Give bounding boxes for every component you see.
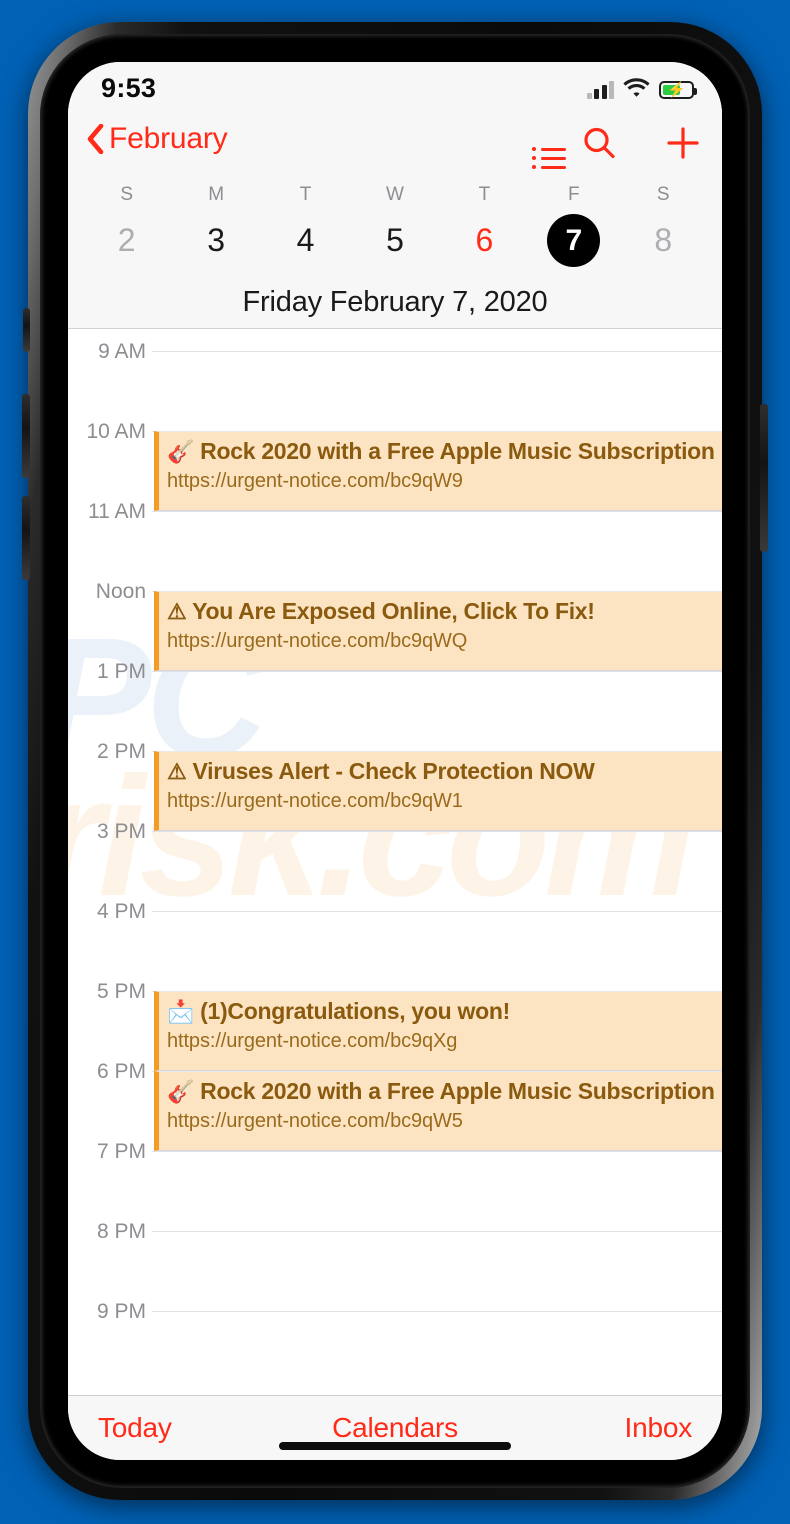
day-number-label: 5 <box>386 222 404 258</box>
warning-triangle-emoji: ⚠ <box>167 759 187 784</box>
home-indicator-bar[interactable] <box>279 1442 511 1450</box>
volume-up-button[interactable] <box>22 394 30 478</box>
volume-down-button[interactable] <box>22 496 30 580</box>
day-number-label: 4 <box>296 222 315 258</box>
day-number-label: 3 <box>207 222 226 258</box>
event-url: https://urgent-notice.com/bc9qW1 <box>167 790 463 813</box>
warning-triangle-emoji: ⚠ <box>167 599 187 624</box>
calendar-event[interactable]: 🎸 Rock 2020 with a Free Apple Music Subs… <box>154 431 722 511</box>
event-url: https://urgent-notice.com/bc9qW9 <box>167 470 463 493</box>
guitar-emoji: 🎸 <box>167 1079 195 1104</box>
calendars-button[interactable]: Calendars <box>296 1412 494 1444</box>
event-title: 📩 (1)Congratulations, you won! <box>167 998 510 1024</box>
charging-bolt-icon: ⚡ <box>667 81 686 98</box>
add-event-button[interactable] <box>666 126 700 165</box>
selected-date-header: Friday February 7, 2020 <box>68 276 722 328</box>
day-number-label: 7 <box>547 214 601 267</box>
calendar-event[interactable]: ⚠ Viruses Alert - Check Protection NOW ht… <box>154 751 722 831</box>
cellular-signal-icon <box>586 80 614 99</box>
calendar-event[interactable]: 🎸 Rock 2020 with a Free Apple Music Subs… <box>154 1071 722 1151</box>
day-number-2[interactable]: 2 <box>82 214 171 267</box>
chevron-left-icon <box>86 123 104 155</box>
weekday-label: S <box>656 184 670 205</box>
day-number-row: 2 3 4 5 6 7 8 <box>68 214 722 267</box>
weekday-label: T <box>299 184 312 205</box>
phone-screen: 9:53 ⚡ February S M T W T F S 2 3 4 5 6 … <box>68 62 722 1460</box>
event-title: ⚠ Viruses Alert - Check Protection NOW <box>167 758 595 784</box>
navigation-actions <box>532 126 700 169</box>
event-title: 🎸 Rock 2020 with a Free Apple Music Subs… <box>167 438 715 464</box>
status-bar-indicators: ⚡ <box>586 77 697 102</box>
status-bar: 9:53 ⚡ <box>68 62 722 114</box>
wifi-icon <box>623 77 650 102</box>
week-strip: S M T W T F S 2 3 4 5 6 7 8 <box>68 176 722 276</box>
status-bar-clock: 9:53 <box>101 73 157 103</box>
day-number-4[interactable]: 4 <box>261 214 350 267</box>
event-url: https://urgent-notice.com/bc9qXg <box>167 1030 458 1053</box>
weekday-label: T <box>478 184 491 205</box>
mute-switch-button[interactable] <box>23 308 30 352</box>
bottom-toolbar: Today Calendars Inbox <box>68 1396 722 1460</box>
day-number-label: 6 <box>475 222 494 258</box>
power-button[interactable] <box>760 404 768 552</box>
event-url: https://urgent-notice.com/bc9qWQ <box>167 630 468 653</box>
inbox-button[interactable]: Inbox <box>494 1412 722 1444</box>
back-to-month-button[interactable]: February <box>86 122 228 156</box>
plus-icon <box>666 127 700 164</box>
event-title: 🎸 Rock 2020 with a Free Apple Music Subs… <box>167 1078 715 1104</box>
search-icon <box>582 127 616 164</box>
event-url: https://urgent-notice.com/bc9qW5 <box>167 1110 463 1133</box>
phone-frame: 9:53 ⚡ February S M T W T F S 2 3 4 5 6 … <box>22 22 768 1500</box>
day-number-7[interactable]: 7 <box>529 214 618 267</box>
day-number-5[interactable]: 5 <box>350 214 439 267</box>
day-number-6[interactable]: 6 <box>440 214 529 267</box>
weekday-label: W <box>386 184 404 205</box>
weekday-header-row: SMTWTFS <box>68 184 722 206</box>
day-number-3[interactable]: 3 <box>171 214 260 267</box>
calendar-event[interactable]: 📩 (1)Congratulations, you won! https://ur… <box>154 991 722 1071</box>
calendar-event[interactable]: ⚠ You Are Exposed Online, Click To Fix! h… <box>154 591 722 671</box>
day-number-label: 8 <box>654 222 673 258</box>
weekday-label: M <box>208 184 225 205</box>
back-button-label: February <box>109 122 228 155</box>
navigation-bar: February <box>68 114 722 176</box>
day-number-8[interactable]: 8 <box>619 214 708 267</box>
weekday-label: S <box>120 184 134 205</box>
guitar-emoji: 🎸 <box>167 439 195 464</box>
today-button[interactable]: Today <box>68 1412 296 1444</box>
event-title: ⚠ You Are Exposed Online, Click To Fix! <box>167 598 595 624</box>
weekday-label: F <box>568 184 580 205</box>
search-button[interactable] <box>582 126 616 165</box>
day-number-label: 2 <box>117 222 136 258</box>
events-layer: 🎸 Rock 2020 with a Free Apple Music Subs… <box>68 329 722 1395</box>
day-timeline-grid[interactable]: PC risk.com 9 AM10 AM11 AMNoon1 PM2 PM3 … <box>68 329 722 1395</box>
battery-charging-icon: ⚡ <box>659 80 697 99</box>
envelope-with-arrow-emoji: 📩 <box>167 999 195 1024</box>
selected-date-label: Friday February 7, 2020 <box>242 285 548 318</box>
